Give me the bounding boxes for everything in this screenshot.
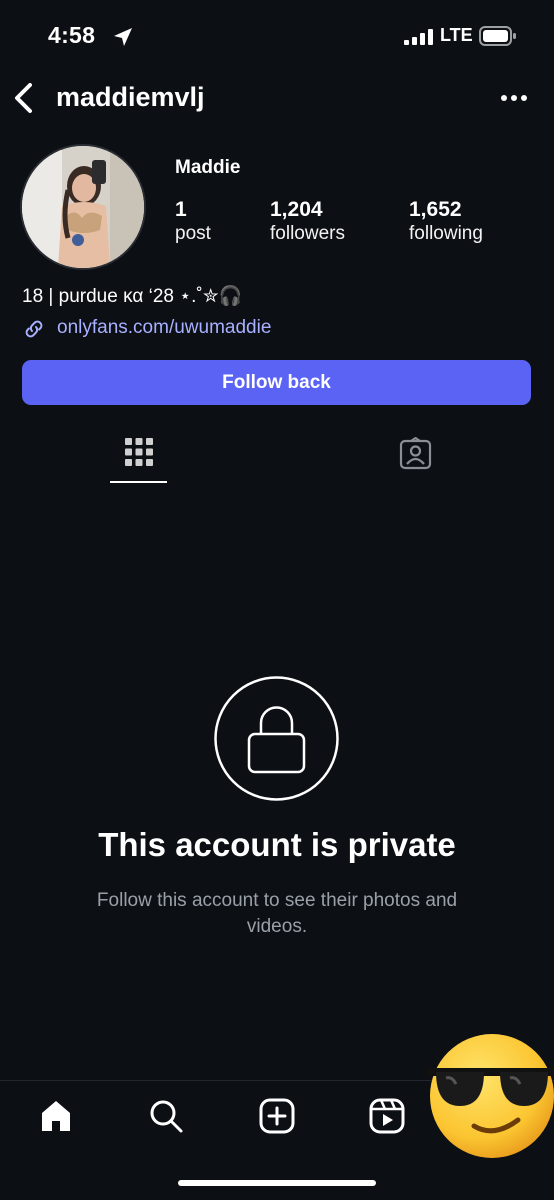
display-name: Maddie bbox=[175, 157, 241, 178]
home-indicator bbox=[178, 1180, 376, 1186]
status-time: 4:58 bbox=[48, 22, 96, 48]
profile-bio: 18 | purdue κα ‘28 ⋆.˚✮🎧 bbox=[22, 286, 243, 307]
private-account-title: This account is private bbox=[98, 826, 456, 863]
tagged-person-icon[interactable] bbox=[399, 437, 432, 470]
grid-icon[interactable] bbox=[124, 437, 154, 467]
posts-count[interactable]: 1 bbox=[175, 198, 187, 222]
follow-back-button[interactable]: Follow back bbox=[22, 360, 531, 405]
link-icon bbox=[25, 320, 43, 338]
search-icon[interactable] bbox=[148, 1098, 184, 1134]
posts-label[interactable]: post bbox=[175, 223, 211, 245]
signal-bars-icon bbox=[404, 29, 433, 45]
followers-count[interactable]: 1,204 bbox=[270, 198, 323, 222]
create-icon[interactable] bbox=[259, 1098, 295, 1134]
following-count[interactable]: 1,652 bbox=[409, 198, 462, 222]
location-arrow-icon bbox=[114, 28, 132, 46]
active-tab-indicator bbox=[110, 481, 167, 483]
lock-icon bbox=[214, 676, 339, 801]
home-icon[interactable] bbox=[38, 1098, 74, 1134]
followers-label[interactable]: followers bbox=[270, 223, 345, 245]
network-type: LTE bbox=[440, 25, 473, 45]
more-options-icon[interactable] bbox=[496, 88, 532, 108]
back-chevron-icon[interactable] bbox=[8, 80, 38, 116]
sunglasses-emoji-icon bbox=[426, 1034, 554, 1158]
profile-link[interactable]: onlyfans.com/uwumaddie bbox=[57, 317, 271, 339]
private-account-subtitle: Follow this account to see their photos … bbox=[96, 890, 458, 937]
following-label[interactable]: following bbox=[409, 223, 483, 245]
battery-icon bbox=[479, 26, 516, 46]
reels-icon[interactable] bbox=[369, 1098, 405, 1134]
header-username: maddiemvlj bbox=[56, 82, 205, 112]
profile-avatar[interactable] bbox=[22, 146, 144, 268]
